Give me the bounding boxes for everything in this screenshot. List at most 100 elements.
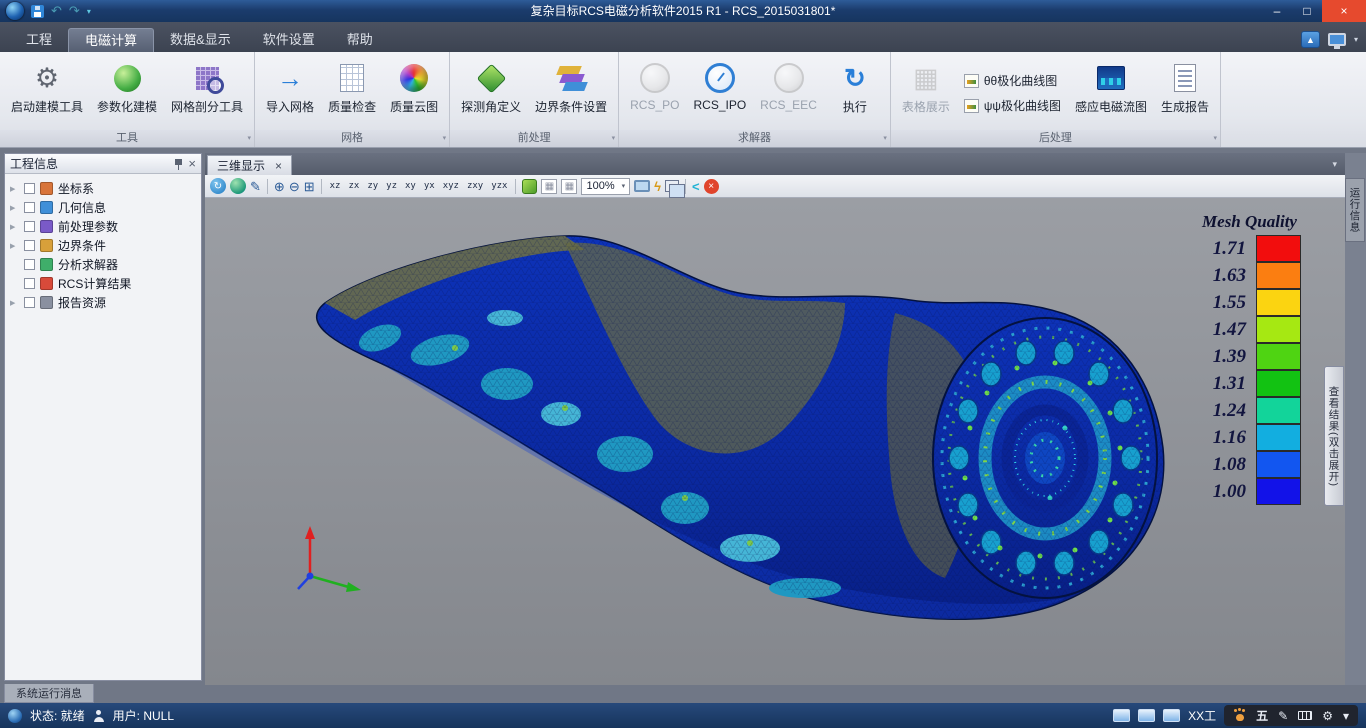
generate-report-button[interactable]: 生成报告 <box>1155 56 1215 130</box>
checkbox[interactable] <box>24 297 35 308</box>
lightning-tool-icon[interactable]: ϟ <box>654 180 661 193</box>
tab-em-calculation[interactable]: 电磁计算 <box>68 28 154 52</box>
save-icon[interactable] <box>31 5 44 18</box>
dialog-launcher-icon[interactable]: ▾ <box>248 130 252 147</box>
view-xyz-button[interactable]: xyz <box>441 181 461 191</box>
zoom-out-icon[interactable]: ⊖ <box>289 180 300 193</box>
zoom-in-icon[interactable]: ⊕ <box>274 180 285 193</box>
tree-item-report-resources[interactable]: ▶ 报告资源 <box>5 293 201 312</box>
system-messages-tab[interactable]: 系统运行消息 <box>4 684 94 703</box>
viewport-3d[interactable]: Mesh Quality 1.71 1.63 1.55 1.47 1.39 1.… <box>205 198 1345 685</box>
wireframe-toggle-icon[interactable]: ▦ <box>561 179 577 194</box>
view-result-vertical-tab[interactable]: 查看结果(双击展开) <box>1324 366 1344 506</box>
tree-item-geometry-info[interactable]: ▶ 几何信息 <box>5 198 201 217</box>
run-info-vertical-tab[interactable]: 运行信息 <box>1345 178 1365 242</box>
ime-pen-icon[interactable]: ✎ <box>1278 710 1288 722</box>
import-mesh-button[interactable]: → 导入网格 <box>260 56 320 130</box>
zoom-level-select[interactable]: 100% ▾ <box>581 178 630 195</box>
tab-data-display[interactable]: 数据&显示 <box>154 28 247 52</box>
psi-polarization-curve-button[interactable]: ψψ极化曲线图 <box>964 97 1061 114</box>
ime-paw-icon[interactable] <box>1233 709 1246 722</box>
tab-label: 三维显示 <box>217 157 265 174</box>
pin-icon[interactable] <box>174 158 183 170</box>
ime-keyboard-icon[interactable] <box>1298 711 1312 720</box>
dialog-launcher-icon[interactable]: ▾ <box>1214 130 1218 147</box>
view-yzx-button[interactable]: yzx <box>489 181 509 191</box>
zoom-window-icon[interactable]: ⊞ <box>304 180 315 193</box>
tab-project[interactable]: 工程 <box>10 28 68 52</box>
mesh-tool-button[interactable]: 网格剖分工具 <box>165 56 249 130</box>
view-xy-button[interactable]: xy <box>403 181 418 191</box>
tab-software-settings[interactable]: 软件设置 <box>247 28 331 52</box>
dialog-launcher-icon[interactable]: ▾ <box>443 130 447 147</box>
edit-icon[interactable]: ✎ <box>250 180 261 193</box>
grid-toggle-icon[interactable]: ▦ <box>541 179 557 194</box>
view-zx-button[interactable]: zx <box>346 181 361 191</box>
expand-arrow-icon[interactable]: ▶ <box>10 185 19 193</box>
parametric-modeling-button[interactable]: 参数化建模 <box>91 56 163 130</box>
group-label: 后处理 <box>1039 132 1072 144</box>
quality-check-button[interactable]: 质量检查 <box>322 56 382 130</box>
mesh-model-canvas[interactable] <box>205 198 1345 685</box>
redo-button[interactable]: ↷ <box>69 0 80 22</box>
checkbox[interactable] <box>24 221 35 232</box>
dialog-launcher-icon[interactable]: ▾ <box>883 130 887 147</box>
probe-angle-button[interactable]: 探测角定义 <box>455 56 527 130</box>
tree-item-preprocess-params[interactable]: ▶ 前处理参数 <box>5 217 201 236</box>
expand-arrow-icon[interactable]: ▶ <box>10 223 19 231</box>
induction-current-map-button[interactable]: 感应电磁流图 <box>1069 56 1153 130</box>
rcs-ipo-button[interactable]: RCS_IPO <box>687 56 752 130</box>
checkbox[interactable] <box>24 240 35 251</box>
orbit-view-icon[interactable] <box>230 178 246 194</box>
checkbox[interactable] <box>24 278 35 289</box>
tree-item-coordinate-system[interactable]: ▶ 坐标系 <box>5 179 201 198</box>
collapse-ribbon-icon[interactable]: ▲ <box>1301 31 1320 48</box>
launch-modeler-button[interactable]: ⚙ 启动建模工具 <box>5 56 89 130</box>
theta-polarization-curve-button[interactable]: θθ极化曲线图 <box>964 72 1061 89</box>
close-button[interactable]: × <box>1322 0 1366 22</box>
panel-close-icon[interactable]: × <box>188 157 196 170</box>
app-logo-icon[interactable] <box>6 2 24 20</box>
checkbox[interactable] <box>24 183 35 194</box>
view-zxy-button[interactable]: zxy <box>465 181 485 191</box>
expand-arrow-icon[interactable]: ▶ <box>10 299 19 307</box>
tab-list-chevron-icon[interactable]: ▾ <box>1332 159 1337 170</box>
window-preview-icon[interactable] <box>1138 709 1155 722</box>
stop-icon[interactable]: × <box>704 179 719 194</box>
view-xz-button[interactable]: xz <box>328 181 343 191</box>
ime-settings-icon[interactable]: ⚙ <box>1322 710 1333 722</box>
display-icon[interactable] <box>1328 33 1346 46</box>
dialog-launcher-icon[interactable]: ▾ <box>612 130 616 147</box>
maximize-button[interactable]: □ <box>1292 0 1322 22</box>
execute-button[interactable]: ↻ 执行 <box>825 56 885 130</box>
expand-arrow-icon[interactable]: ▶ <box>10 242 19 250</box>
chevron-down-icon[interactable]: ▾ <box>1354 35 1358 44</box>
ime-more-icon[interactable]: ▾ <box>1343 710 1349 722</box>
view-yx-button[interactable]: yx <box>422 181 437 191</box>
checkbox[interactable] <box>24 202 35 213</box>
expand-arrow-icon[interactable]: ▶ <box>10 204 19 212</box>
ime-mode-label[interactable]: 五 <box>1256 710 1268 722</box>
tab-3d-display[interactable]: 三维显示 × <box>207 155 292 175</box>
quality-cloud-button[interactable]: 质量云图 <box>384 56 444 130</box>
tree-item-analysis-solver[interactable]: 分析求解器 <box>5 255 201 274</box>
share-view-icon[interactable]: < <box>692 180 700 193</box>
tab-help[interactable]: 帮助 <box>331 28 389 52</box>
tree-item-boundary-conditions[interactable]: ▶ 边界条件 <box>5 236 201 255</box>
undo-button[interactable]: ↶ <box>51 0 62 22</box>
rotate-view-icon[interactable]: ↻ <box>210 178 226 194</box>
qat-dropdown-icon[interactable]: ▾ <box>87 7 91 16</box>
view-yz-button[interactable]: yz <box>384 181 399 191</box>
tree-item-rcs-results[interactable]: RCS计算结果 <box>5 274 201 293</box>
render-mode-icon[interactable] <box>522 179 537 194</box>
tab-close-icon[interactable]: × <box>275 160 282 172</box>
boundary-settings-button[interactable]: 边界条件设置 <box>529 56 613 130</box>
copy-view-icon[interactable] <box>665 180 679 192</box>
minimize-button[interactable]: – <box>1262 0 1292 22</box>
view-zy-button[interactable]: zy <box>365 181 380 191</box>
screenshot-icon[interactable] <box>634 180 650 192</box>
window-preview-icon[interactable] <box>1163 709 1180 722</box>
checkbox[interactable] <box>24 259 35 270</box>
window-preview-icon[interactable] <box>1113 709 1130 722</box>
button-label: 执行 <box>843 98 867 115</box>
